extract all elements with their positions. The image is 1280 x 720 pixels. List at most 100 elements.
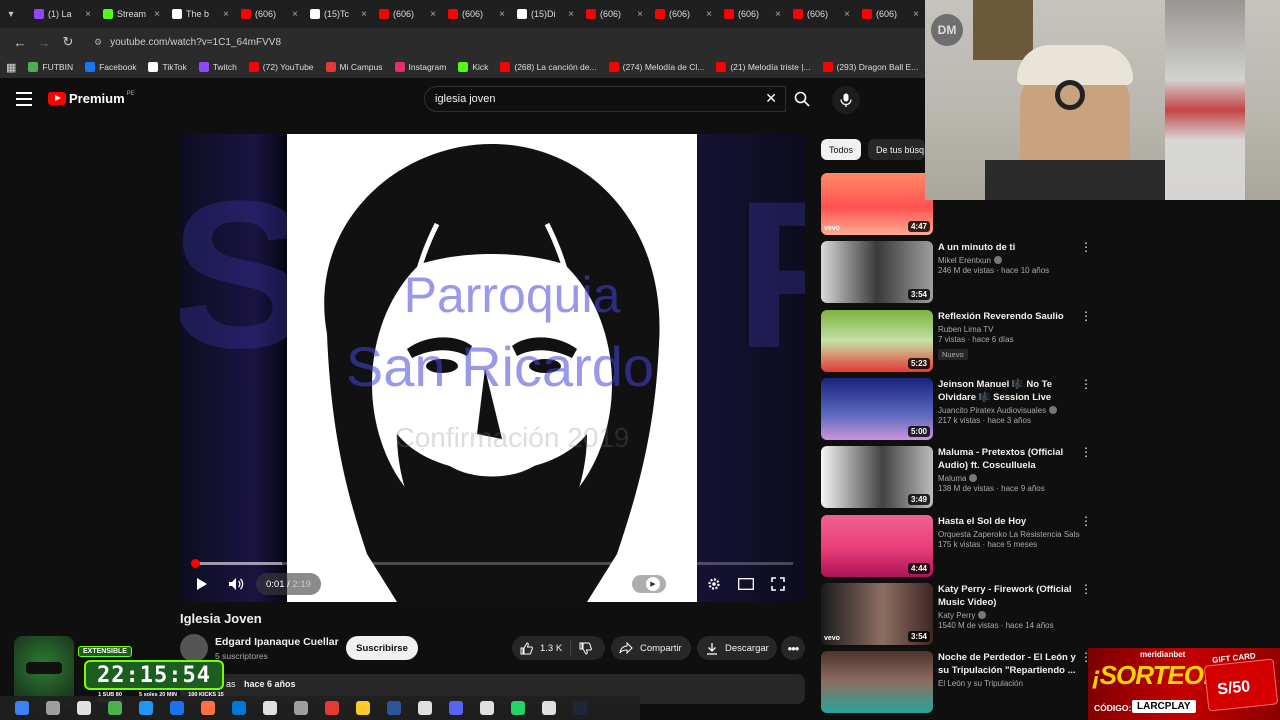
taskbar-app-icon[interactable]: [169, 701, 184, 715]
fullscreen-button[interactable]: [766, 574, 790, 594]
close-tab-icon[interactable]: ×: [361, 9, 367, 20]
video-thumbnail[interactable]: vevo 3:54: [821, 583, 933, 645]
browser-tab[interactable]: (1) La ×: [28, 3, 97, 25]
site-info-icon[interactable]: ⚙: [94, 37, 102, 48]
url-field[interactable]: ⚙ youtube.com/watch?v=1C1_64mFVV8: [86, 31, 925, 53]
video-title[interactable]: Katy Perry - Firework (Official Music Vi…: [938, 583, 1080, 609]
volume-button[interactable]: [224, 574, 248, 594]
bookmark-item[interactable]: (268) La canción de...: [500, 62, 597, 72]
reload-icon[interactable]: ↻: [56, 34, 80, 50]
close-tab-icon[interactable]: ×: [844, 9, 850, 20]
taskbar-app-icon[interactable]: [510, 701, 525, 715]
close-tab-icon[interactable]: ×: [292, 9, 298, 20]
close-tab-icon[interactable]: ×: [775, 9, 781, 20]
bookmark-item[interactable]: Mi Campus: [325, 62, 383, 72]
play-button[interactable]: [190, 574, 214, 594]
close-tab-icon[interactable]: ×: [499, 9, 505, 20]
channel-name[interactable]: Ruben Lima TV: [938, 325, 993, 334]
more-actions-button[interactable]: •••: [781, 636, 805, 660]
more-vertical-icon[interactable]: ⋮: [1080, 310, 1092, 323]
video-title[interactable]: Maluma - Pretextos (Official Audio) ft. …: [938, 446, 1080, 472]
recommended-video[interactable]: 5:23 Reflexión Reverendo Saulio Ruben Lima…: [821, 310, 1101, 374]
video-thumbnail[interactable]: [821, 651, 933, 713]
taskbar-app-icon[interactable]: [572, 701, 587, 715]
browser-tab[interactable]: (606) ×: [787, 3, 856, 25]
forward-icon[interactable]: →: [32, 35, 56, 50]
more-vertical-icon[interactable]: ⋮: [1080, 583, 1092, 596]
taskbar-app-icon[interactable]: [386, 701, 401, 715]
video-title[interactable]: Reflexión Reverendo Saulio: [938, 310, 1080, 323]
settings-button[interactable]: [702, 574, 726, 594]
search-button[interactable]: [786, 86, 818, 112]
browser-tab[interactable]: (606) ×: [580, 3, 649, 25]
taskbar-app-icon[interactable]: [138, 701, 153, 715]
tab-search-icon[interactable]: ▾: [4, 5, 18, 23]
browser-tab[interactable]: (606) ×: [718, 3, 787, 25]
taskbar-app-icon[interactable]: [262, 701, 277, 715]
back-icon[interactable]: ←: [8, 35, 32, 50]
more-vertical-icon[interactable]: ⋮: [1080, 378, 1092, 391]
chip-from-searches[interactable]: De tus búsq: [868, 139, 925, 160]
scrubber-handle[interactable]: [191, 559, 201, 568]
bookmark-item[interactable]: (72) YouTube: [248, 62, 314, 72]
browser-tab[interactable]: (606) ×: [373, 3, 442, 25]
browser-tab[interactable]: (15)Tc ×: [304, 3, 373, 25]
video-player[interactable]: S F Parroquia San Ricardo Confirmación 2…: [180, 134, 805, 602]
close-tab-icon[interactable]: ×: [430, 9, 436, 20]
channel-name[interactable]: El León y su Tripulación: [938, 679, 1023, 688]
video-thumbnail[interactable]: 5:23: [821, 310, 933, 372]
video-thumbnail[interactable]: 5:00: [821, 378, 933, 440]
more-vertical-icon[interactable]: ⋮: [1080, 515, 1092, 528]
browser-tab[interactable]: Stream ×: [97, 3, 166, 25]
recommended-video[interactable]: 4:44 Hasta el Sol de Hoy Orquesta Zaperoko…: [821, 515, 1101, 579]
video-title[interactable]: Noche de Perdedor - El León y su Tripula…: [938, 651, 1080, 677]
browser-tab[interactable]: (606) ×: [442, 3, 511, 25]
taskbar-app-icon[interactable]: [107, 701, 122, 715]
close-tab-icon[interactable]: ×: [913, 9, 919, 20]
taskbar-app-icon[interactable]: [324, 701, 339, 715]
recommended-video[interactable]: vevo 3:54 Katy Perry - Firework (Official …: [821, 583, 1101, 647]
voice-search-button[interactable]: [832, 86, 860, 114]
bookmark-item[interactable]: Kick: [458, 62, 488, 72]
channel-name[interactable]: Juancito Piratex Audiovisuales: [938, 406, 1046, 415]
taskbar-app-icon[interactable]: [200, 701, 215, 715]
close-tab-icon[interactable]: ×: [85, 9, 91, 20]
taskbar-app-icon[interactable]: [541, 701, 556, 715]
taskbar-app-icon[interactable]: [231, 701, 246, 715]
bookmark-item[interactable]: (274) Melodía de Cl...: [608, 62, 704, 72]
bookmark-item[interactable]: (293) Dragon Ball E...: [822, 62, 918, 72]
channel-name[interactable]: Maluma: [938, 474, 966, 483]
channel-name[interactable]: Edgard Ipanaque Cuellar: [215, 636, 339, 648]
taskbar-app-icon[interactable]: [45, 701, 60, 715]
taskbar-app-icon[interactable]: [76, 701, 91, 715]
close-tab-icon[interactable]: ×: [637, 9, 643, 20]
bookmark-item[interactable]: TikTok: [148, 62, 187, 72]
progress-bar[interactable]: [191, 559, 793, 568]
recommended-video[interactable]: Noche de Perdedor - El León y su Tripula…: [821, 651, 1101, 715]
video-title[interactable]: A un minuto de ti: [938, 241, 1080, 254]
close-tab-icon[interactable]: ×: [154, 9, 160, 20]
video-thumbnail[interactable]: vevo 4:47: [821, 173, 933, 235]
video-title[interactable]: Hasta el Sol de Hoy: [938, 515, 1080, 528]
recommended-video[interactable]: 5:00 Jeinson Manuel 🎼 No Te Olvidare 🎼 Se…: [821, 378, 1101, 442]
bookmark-item[interactable]: Instagram: [394, 62, 446, 72]
chip-todos[interactable]: Todos: [821, 139, 862, 160]
browser-tab[interactable]: (606) ×: [235, 3, 304, 25]
more-vertical-icon[interactable]: ⋮: [1080, 241, 1092, 254]
browser-tab[interactable]: (606) ×: [649, 3, 718, 25]
dislike-button[interactable]: [579, 642, 593, 655]
channel-name[interactable]: Katy Perry: [938, 611, 975, 620]
bookmark-item[interactable]: Twitch: [198, 62, 237, 72]
taskbar-app-icon[interactable]: [14, 701, 29, 715]
video-thumbnail[interactable]: 3:54: [821, 241, 933, 303]
download-button[interactable]: Descargar: [697, 636, 777, 660]
taskbar-app-icon[interactable]: [417, 701, 432, 715]
autoplay-toggle[interactable]: ▶: [632, 575, 666, 593]
subscribe-button[interactable]: Suscribirse: [346, 636, 418, 660]
search-input[interactable]: iglesia joven ✕: [424, 86, 786, 112]
close-tab-icon[interactable]: ×: [568, 9, 574, 20]
apps-grid-icon[interactable]: ▦: [6, 61, 16, 74]
taskbar-app-icon[interactable]: [355, 701, 370, 715]
close-tab-icon[interactable]: ×: [706, 9, 712, 20]
menu-icon[interactable]: [16, 92, 32, 106]
